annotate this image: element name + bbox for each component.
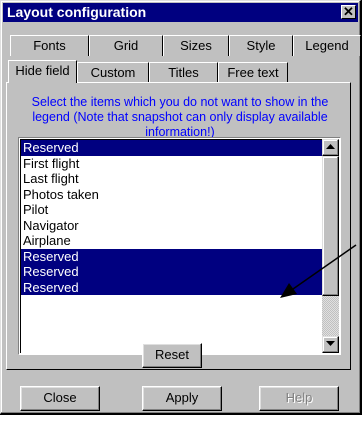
- tab-sizes[interactable]: Sizes: [163, 35, 229, 56]
- reset-button[interactable]: Reset: [142, 343, 202, 368]
- tab-label: Titles: [168, 65, 199, 80]
- tab-label: Grid: [113, 38, 139, 53]
- list-item[interactable]: Navigator: [21, 218, 322, 234]
- tab-label: Hide field: [15, 63, 70, 78]
- tab-free-text[interactable]: Free text: [218, 62, 288, 83]
- arrow-down-icon: [326, 341, 335, 346]
- list-items-container: Reserved First flight Last flight Photos ta…: [20, 139, 322, 353]
- close-icon: ✕: [343, 4, 354, 19]
- instructions-text: Select the items which you do not want t…: [31, 95, 329, 139]
- list-item[interactable]: Last flight: [21, 171, 322, 187]
- tab-hide-field[interactable]: Hide field: [8, 60, 77, 83]
- help-button[interactable]: Help: [259, 386, 339, 411]
- list-item[interactable]: Reserved: [21, 248, 322, 264]
- close-button[interactable]: Close: [20, 386, 100, 411]
- tab-custom[interactable]: Custom: [77, 62, 149, 83]
- tab-fonts[interactable]: Fonts: [10, 35, 89, 56]
- tab-label: Style: [246, 38, 276, 53]
- background-line-horizontal: [0, 414, 362, 415]
- scroll-down-button[interactable]: [322, 336, 339, 353]
- tab-titles[interactable]: Titles: [149, 62, 218, 83]
- list-item[interactable]: Reserved: [21, 140, 322, 156]
- list-item[interactable]: Airplane: [21, 233, 322, 249]
- list-item[interactable]: Pilot: [21, 202, 322, 218]
- list-item[interactable]: First flight: [21, 156, 322, 172]
- list-item[interactable]: Reserved: [21, 279, 322, 295]
- list-item[interactable]: Reserved: [21, 264, 322, 280]
- tab-label: Custom: [90, 65, 136, 80]
- close-window-button[interactable]: ✕: [341, 4, 356, 19]
- tab-grid[interactable]: Grid: [89, 35, 163, 56]
- tab-label: Fonts: [33, 38, 66, 53]
- arrow-up-icon: [326, 144, 335, 149]
- list-item[interactable]: Photos taken: [21, 187, 322, 203]
- window-title: Layout configuration: [7, 4, 147, 20]
- tab-label: Sizes: [180, 38, 212, 53]
- apply-button[interactable]: Apply: [142, 386, 222, 411]
- tab-label: Free text: [227, 65, 279, 80]
- tab-style[interactable]: Style: [229, 35, 293, 56]
- scroll-up-button[interactable]: [322, 139, 339, 156]
- scroll-thumb[interactable]: [322, 156, 339, 296]
- tab-legend[interactable]: Legend: [293, 35, 361, 56]
- vertical-scrollbar[interactable]: [322, 139, 339, 353]
- title-bar: Layout configuration ✕: [3, 3, 358, 22]
- tab-label: Legend: [305, 38, 349, 53]
- hidden-items-listbox[interactable]: Reserved First flight Last flight Photos ta…: [18, 137, 341, 355]
